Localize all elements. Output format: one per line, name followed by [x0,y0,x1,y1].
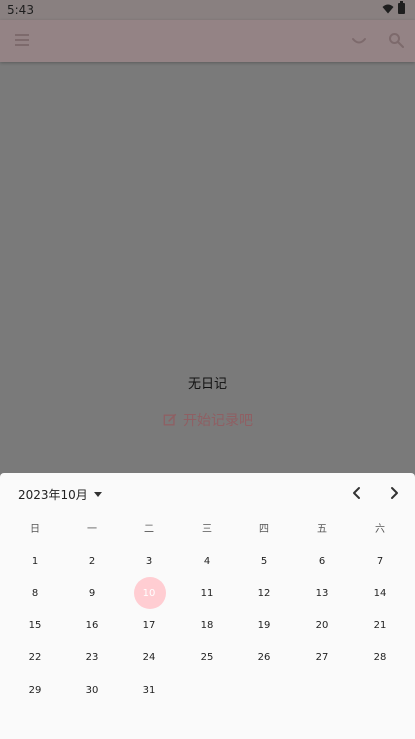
day-cell[interactable]: 28 [360,648,400,668]
wifi-icon [382,4,394,13]
day-cell[interactable]: 9 [72,584,112,604]
day-cell[interactable]: 5 [244,552,284,572]
day-cell[interactable]: 8 [15,584,55,604]
day-cell[interactable]: 16 [72,616,112,636]
month-dropdown[interactable]: 2023年10月 [18,486,102,503]
day-cell[interactable]: 30 [72,681,112,701]
weekday-wed: 三 [202,524,212,535]
week-row: 29 30 31 [0,681,415,701]
prev-month-icon[interactable] [349,485,365,501]
status-icons [382,1,405,14]
smile-icon[interactable] [351,32,367,48]
selected-day-cell[interactable]: 10 [129,584,169,604]
day-cell[interactable]: 14 [360,584,400,604]
day-cell[interactable]: 13 [302,584,342,604]
start-writing-label: 开始记录吧 [183,413,253,429]
day-cell[interactable]: 15 [15,616,55,636]
week-row: 22 23 24 25 26 27 28 [0,648,415,668]
dropdown-caret-icon [93,492,102,497]
status-time: 5:43 [7,3,34,17]
weekday-mon: 一 [87,524,97,535]
day-cell[interactable]: 23 [72,648,112,668]
day-cell[interactable]: 21 [360,616,400,636]
day-cell[interactable]: 11 [187,584,227,604]
month-label: 2023年10月 [18,488,88,502]
weekday-header-row: 日 一 二 三 四 五 六 [0,520,415,540]
menu-icon[interactable] [15,34,29,46]
day-cell[interactable]: 6 [302,552,342,572]
week-row: 8 9 10 11 12 13 14 [0,584,415,604]
day-cell[interactable]: 19 [244,616,284,636]
weekday-thu: 四 [259,524,269,535]
day-cell[interactable]: 12 [244,584,284,604]
day-cell[interactable]: 17 [129,616,169,636]
day-cell[interactable]: 18 [187,616,227,636]
empty-message: 无日记 [187,377,227,392]
week-row: 15 16 17 18 19 20 21 [0,616,415,636]
day-cell[interactable]: 31 [129,681,169,701]
weekday-tue: 二 [144,524,154,535]
next-month-icon[interactable] [386,485,402,501]
day-cell[interactable]: 3 [129,552,169,572]
app-bar [0,20,415,62]
weekday-sat: 六 [375,524,385,535]
day-cell[interactable]: 2 [72,552,112,572]
status-bar: 5:43 [0,0,415,20]
search-icon[interactable] [388,32,404,48]
day-cell[interactable]: 26 [244,648,284,668]
weekday-sun: 日 [30,524,40,535]
calendar-sheet: 2023年10月 日 一 二 三 四 五 六 1 2 3 4 5 6 7 8 9… [0,473,415,739]
day-cell[interactable]: 29 [15,681,55,701]
day-cell[interactable]: 4 [187,552,227,572]
weekday-fri: 五 [317,524,327,535]
day-cell[interactable]: 22 [15,648,55,668]
day-cell[interactable]: 25 [187,648,227,668]
day-cell[interactable]: 20 [302,616,342,636]
battery-icon [398,1,405,14]
day-cell[interactable]: 7 [360,552,400,572]
day-cell[interactable]: 1 [15,552,55,572]
week-row: 1 2 3 4 5 6 7 [0,552,415,572]
edit-icon [163,413,177,426]
day-cell[interactable]: 27 [302,648,342,668]
start-writing-button[interactable]: 开始记录吧 [163,410,253,430]
day-cell[interactable]: 24 [129,648,169,668]
